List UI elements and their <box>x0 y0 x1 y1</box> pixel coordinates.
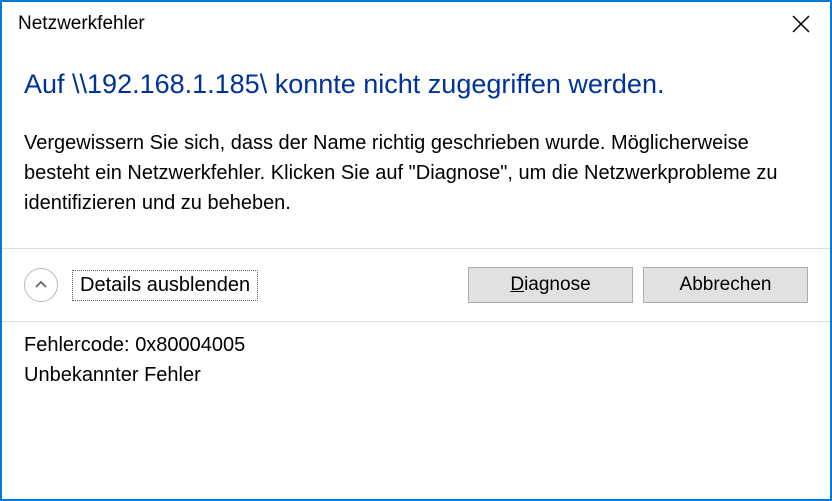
error-code-value: 0x80004005 <box>135 334 245 356</box>
details-section: Fehlercode: 0x80004005 Unbekannter Fehle… <box>2 322 830 410</box>
chevron-up-icon <box>34 278 48 292</box>
window-title: Netzwerkfehler <box>18 13 145 35</box>
close-button[interactable] <box>786 9 816 39</box>
error-code-label: Fehlercode: <box>24 334 130 356</box>
diagnose-button[interactable]: Diagnose <box>468 267 633 303</box>
error-heading: Auf \\192.168.1.185\ konnte nicht zugegr… <box>24 68 808 100</box>
titlebar: Netzwerkfehler <box>2 2 830 46</box>
diagnose-rest: iagnose <box>524 274 591 295</box>
details-toggle-link[interactable]: Details ausblenden <box>72 270 258 301</box>
dialog-content: Auf \\192.168.1.185\ konnte nicht zugegr… <box>2 46 830 248</box>
error-dialog: Netzwerkfehler Auf \\192.168.1.185\ konn… <box>0 0 832 501</box>
error-body: Vergewissern Sie sich, dass der Name ric… <box>24 128 808 218</box>
cancel-button[interactable]: Abbrechen <box>643 267 808 303</box>
accesskey-letter: D <box>510 274 524 295</box>
error-message: Unbekannter Fehler <box>24 360 808 390</box>
error-code-line: Fehlercode: 0x80004005 <box>24 330 808 360</box>
close-icon <box>792 15 810 33</box>
collapse-button[interactable] <box>24 268 58 302</box>
button-row: Details ausblenden Diagnose Abbrechen <box>2 249 830 321</box>
